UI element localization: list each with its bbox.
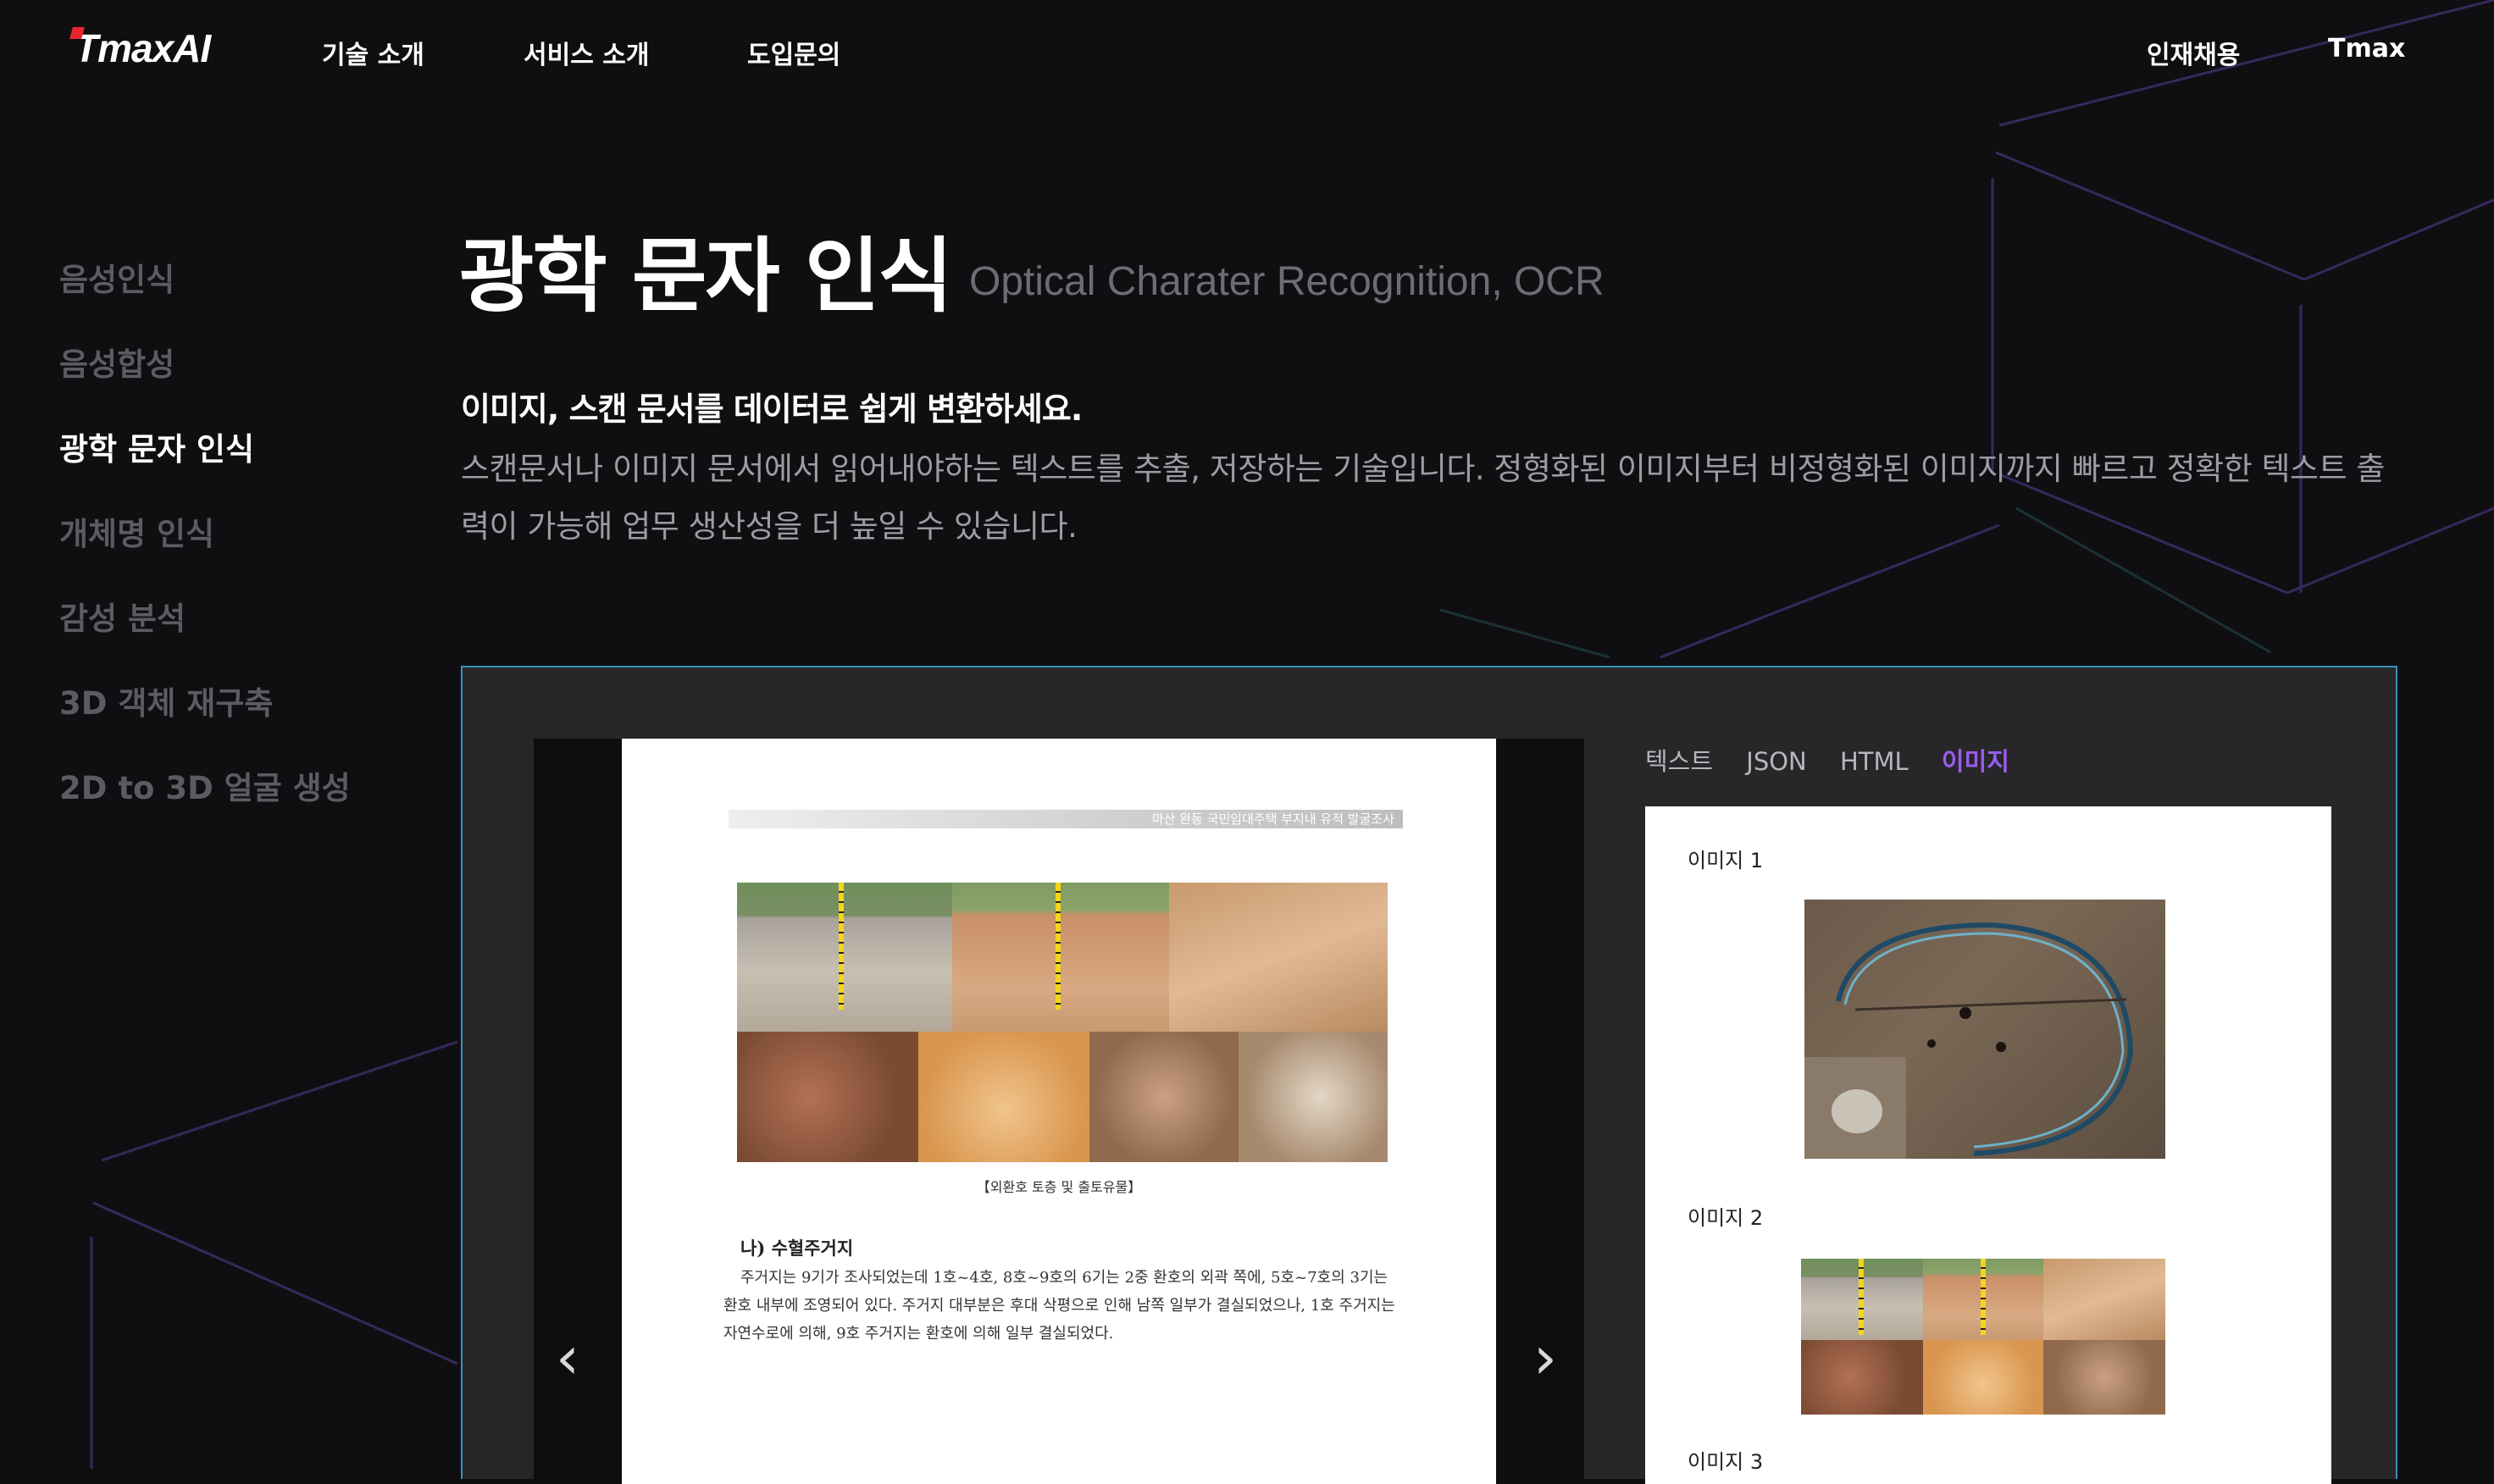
page-subtitle: Optical Charater Recognition, OCR (969, 259, 1604, 304)
sidebar-item-speech-recognition[interactable]: 음성인식 (59, 254, 175, 300)
result-image-box[interactable]: 이미지 1 이미지 2 이미지 3 (1645, 806, 2331, 1484)
nav-tech-intro[interactable]: 기술 소개 (322, 34, 424, 71)
sidebar-item-2d-to-3d-face[interactable]: 2D to 3D 얼굴 생성 (59, 762, 351, 808)
photo-pottery-4 (1239, 1032, 1388, 1162)
document-photo-grid (737, 883, 1388, 1162)
photo-pottery-1 (737, 1032, 918, 1162)
image-3-label: 이미지 3 (1688, 1450, 1764, 1474)
document-section-heading: 나) 수혈주거지 (740, 1238, 854, 1259)
extracted-image-1 (1804, 900, 2165, 1159)
document-page: 마산 완동 국민임대주택 부지내 유적 발굴조사 【외환호 토층 및 출토유물】… (622, 739, 1496, 1484)
image-1-label: 이미지 1 (1688, 849, 1764, 872)
photo-soil (1169, 883, 1388, 1032)
extracted-2-photo-6 (2043, 1340, 2165, 1415)
sidebar-item-ocr[interactable]: 광학 문자 인식 (59, 424, 254, 469)
photo-trench-1 (737, 883, 952, 1032)
tab-text[interactable]: 텍스트 (1645, 742, 1713, 778)
sidebar-item-speech-synthesis[interactable]: 음성합성 (59, 339, 175, 385)
excavation-site-drawing (1804, 922, 2134, 1159)
photo-pottery-3 (1089, 1032, 1239, 1162)
image-2-label: 이미지 2 (1688, 1206, 1764, 1230)
extracted-2-photo-2 (1923, 1259, 2043, 1340)
extracted-2-photo-3 (2043, 1259, 2165, 1340)
nav-service-intro[interactable]: 서비스 소개 (524, 34, 649, 71)
tab-image[interactable]: 이미지 (1942, 742, 2009, 778)
tab-json[interactable]: JSON (1746, 747, 1806, 776)
nav-tmax[interactable]: Tmax (2328, 34, 2405, 64)
document-viewer: 마산 완동 국민임대주택 부지내 유적 발굴조사 【외환호 토층 및 출토유물】… (534, 739, 1584, 1484)
photo-pottery-2 (918, 1032, 1089, 1162)
extracted-image-2 (1801, 1259, 2165, 1415)
prev-arrow-icon[interactable]: ‹ (556, 1328, 579, 1387)
document-body-text: 주거지는 9기가 조사되었는데 1호~4호, 8호~9호의 6기는 2중 환호의… (723, 1269, 1395, 1343)
result-tabs: 텍스트 JSON HTML 이미지 (1645, 742, 2035, 778)
document-header-text: 마산 완동 국민임대주택 부지내 유적 발굴조사 (1151, 811, 1394, 827)
extracted-2-photo-5 (1923, 1340, 2043, 1415)
ocr-demo-panel: 마산 완동 국민임대주택 부지내 유적 발굴조사 【외환호 토층 및 출토유물】… (461, 666, 2397, 1484)
photo-trench-2 (952, 883, 1169, 1032)
extracted-2-photo-1 (1801, 1259, 1923, 1340)
top-header: TmaxAI 기술 소개 서비스 소개 도입문의 인재채용 Tmax (0, 0, 2494, 105)
nav-inquiry[interactable]: 도입문의 (747, 34, 840, 71)
extracted-2-photo-4 (1801, 1340, 1923, 1415)
lead-text: 이미지, 스캔 문서를 데이터로 쉽게 변환하세요. (461, 390, 1083, 428)
document-header-bar: 마산 완동 국민임대주택 부지내 유적 발굴조사 (729, 810, 1403, 828)
tmaxai-logo[interactable]: TmaxAI (69, 25, 211, 71)
photo-caption: 【외환호 토층 및 출토유물】 (976, 1179, 1142, 1195)
description-text: 스캔문서나 이미지 문서에서 읽어내야하는 텍스트를 추출, 저장하는 기술입니… (461, 451, 2385, 545)
logo-text: TmaxAI (75, 26, 211, 70)
page-title: 광학 문자 인식 (459, 229, 953, 324)
sidebar-item-3d-reconstruction[interactable]: 3D 객체 재구축 (59, 678, 273, 723)
next-arrow-icon[interactable]: › (1533, 1328, 1557, 1387)
nav-careers[interactable]: 인재채용 (2147, 34, 2240, 71)
sidebar-item-ner[interactable]: 개체명 인식 (59, 508, 214, 554)
sidebar-item-sentiment[interactable]: 감성 분석 (59, 593, 186, 639)
tab-html[interactable]: HTML (1840, 747, 1909, 776)
